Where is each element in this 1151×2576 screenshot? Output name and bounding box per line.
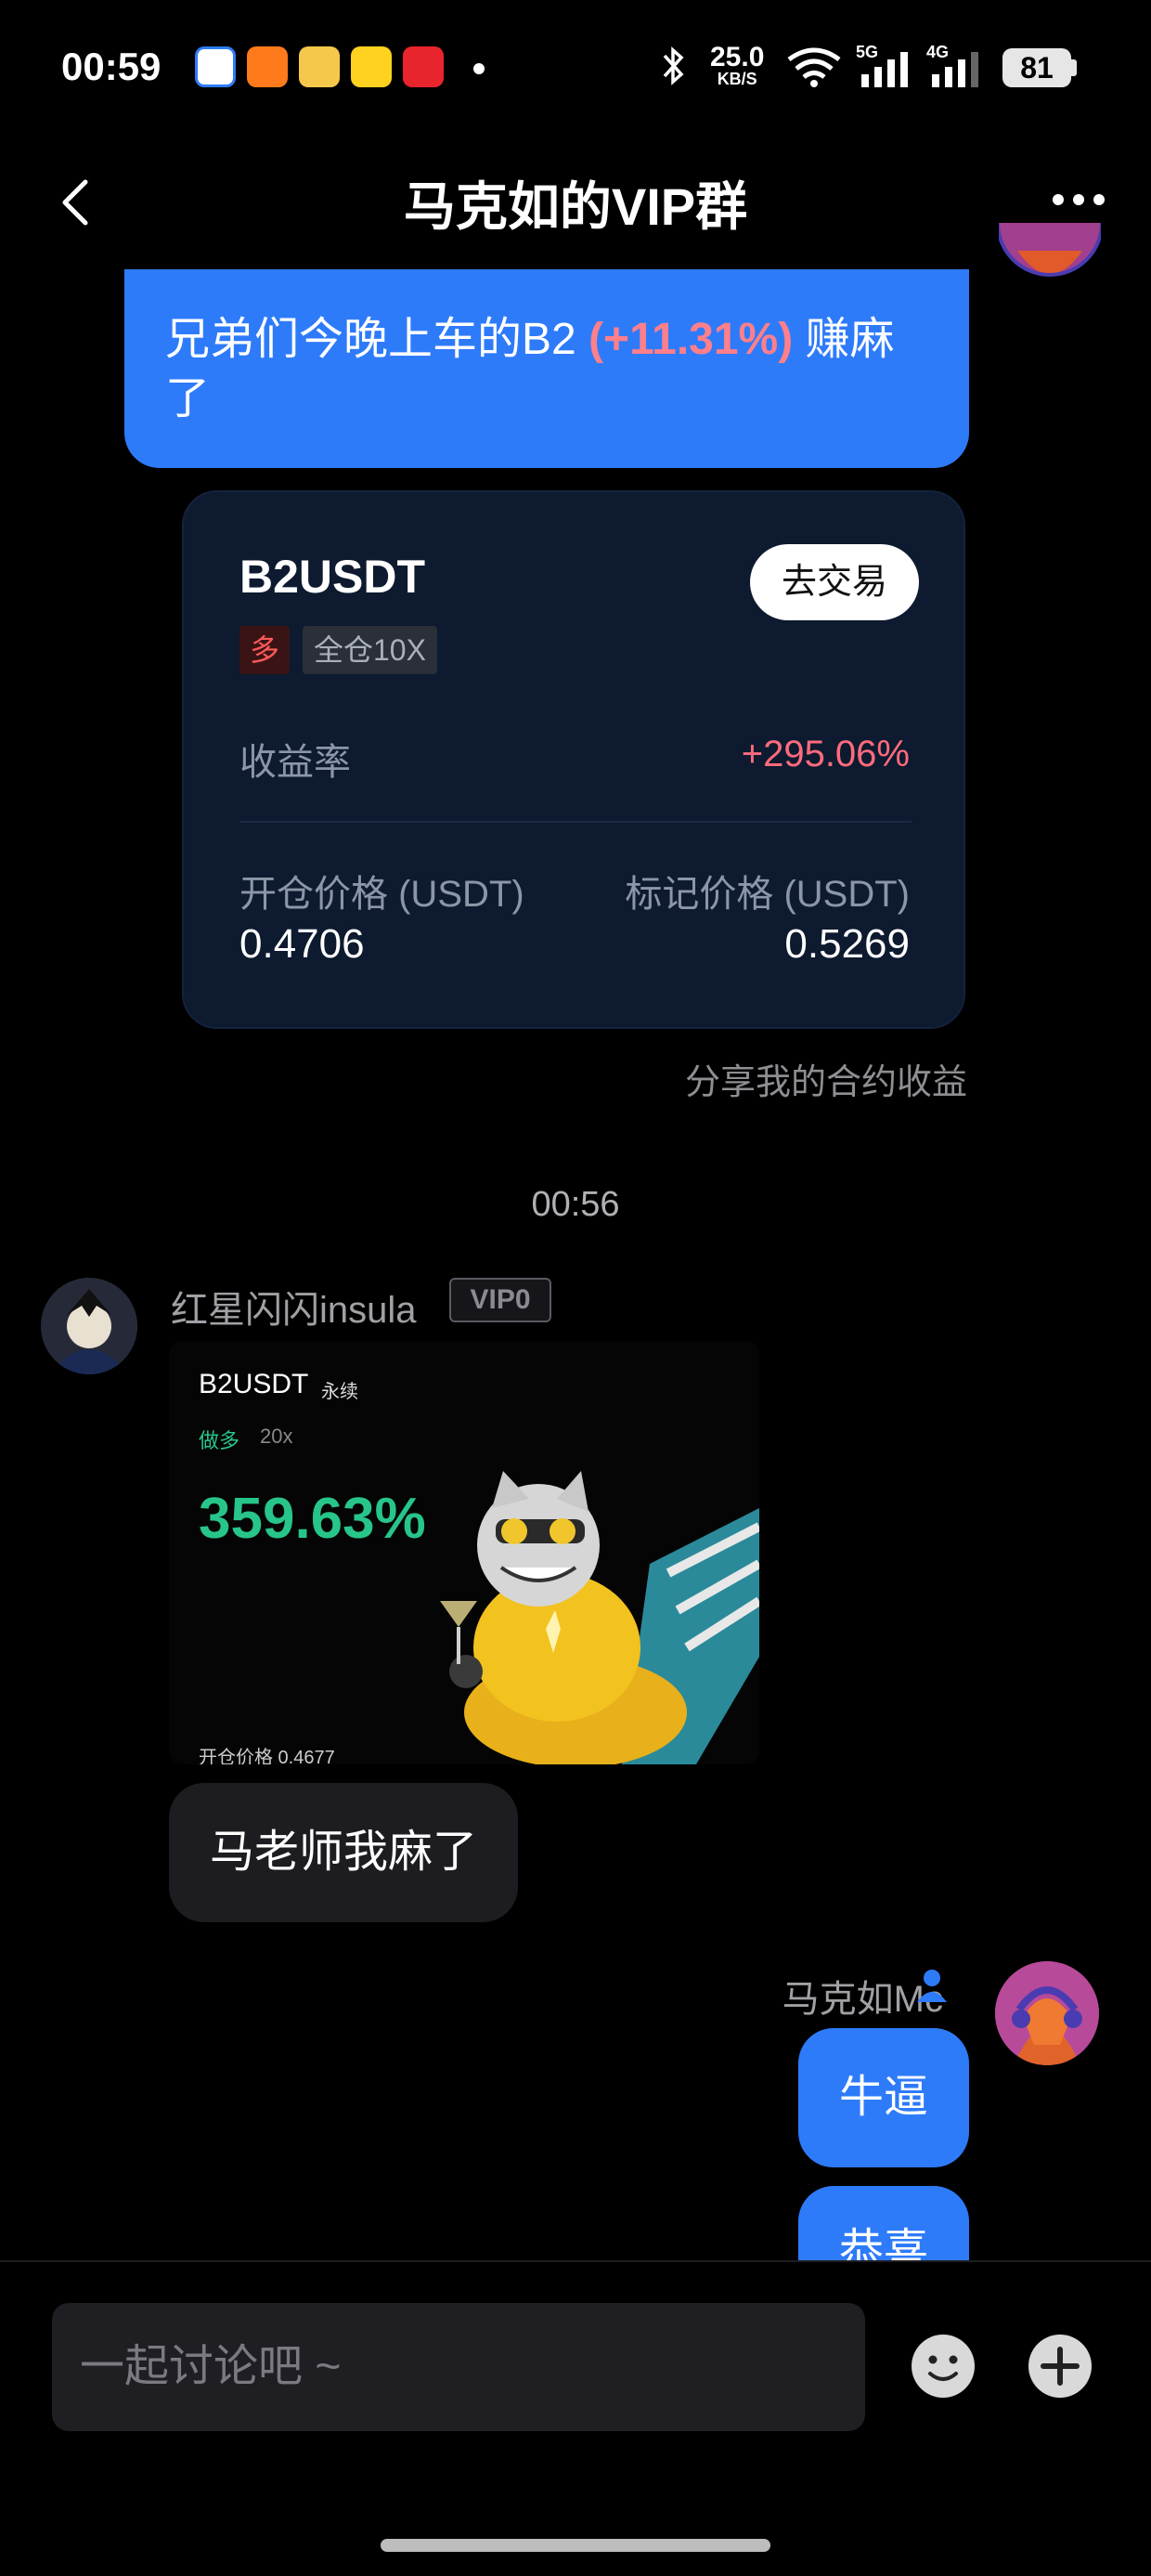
- app-icon-seven: [351, 46, 392, 87]
- image-open-price: 开仓价格 0.4677: [199, 1748, 335, 1764]
- app-icon-red: [403, 46, 444, 87]
- weibo-icon: [299, 46, 340, 87]
- sender-name: 红星闪闪insula: [171, 1290, 417, 1331]
- battery-tip: [1071, 59, 1077, 76]
- network-speed-unit: KB/S: [717, 70, 757, 88]
- roi-label: 收益率: [239, 742, 351, 783]
- leverage-tag: 全仓10X: [303, 626, 437, 674]
- network-speed: 25.0 KB/S: [710, 42, 765, 88]
- notification-app-icons: [195, 46, 444, 87]
- message-bubble-incoming[interactable]: 马老师我麻了: [169, 1783, 519, 1922]
- image-perpetual-label: 永续: [321, 1382, 358, 1402]
- more-options-icon[interactable]: [1051, 190, 1106, 209]
- app-icon-blue: [195, 46, 236, 87]
- vip-badge: VIP0: [449, 1278, 551, 1322]
- avatar-self[interactable]: [995, 1961, 1099, 2065]
- message-timestamp: 00:56: [531, 1185, 620, 1224]
- long-tag: 多: [239, 626, 290, 674]
- message-text: 兄弟们今晚上车的B2: [165, 315, 589, 364]
- app-icon-orange: [247, 46, 288, 87]
- share-caption: 分享我的合约收益: [684, 1063, 967, 1102]
- open-price-value: 0.4706: [239, 921, 365, 967]
- avatar[interactable]: [41, 1278, 137, 1374]
- mark-price-value: 0.5269: [784, 921, 910, 967]
- message-text: 马老师我麻了: [210, 1828, 478, 1877]
- image-roi: 359.63%: [199, 1487, 426, 1551]
- message-input[interactable]: 一起讨论吧 ~: [52, 2303, 865, 2431]
- bluetooth-icon: [663, 46, 684, 85]
- home-indicator[interactable]: [381, 2539, 770, 2552]
- message-bubble-outgoing[interactable]: 兄弟们今晚上车的B2 (+11.31%) 赚麻了: [124, 269, 969, 468]
- chat-title: 马克如的VIP群: [403, 177, 748, 236]
- user-icon: [917, 1970, 947, 2002]
- roi-value: +295.06%: [741, 734, 910, 774]
- card-divider: [239, 821, 912, 823]
- signal-4g-icon: [932, 52, 978, 87]
- message-text: 牛逼: [838, 2073, 928, 2122]
- message-bubble-outgoing-partial[interactable]: 恭喜: [798, 2186, 969, 2260]
- image-leverage: 20x: [260, 1425, 293, 1448]
- shared-pnl-image[interactable]: B2USDT 永续 做多 20x 359.63% 开仓价格 0.4677: [169, 1341, 759, 1764]
- trading-pair: B2USDT: [239, 551, 426, 603]
- mark-price-label: 标记价格 (USDT): [625, 874, 910, 915]
- plus-icon[interactable]: [1027, 2333, 1093, 2400]
- wifi-icon: [787, 47, 841, 87]
- trade-share-card[interactable]: B2USDT 去交易 多 全仓10X 收益率 +295.06% 开仓价格 (US…: [182, 490, 965, 1029]
- battery-level: 81: [1002, 48, 1071, 87]
- sender-avatar-partial[interactable]: [999, 223, 1101, 299]
- open-price-label: 开仓价格 (USDT): [239, 874, 524, 915]
- profit-percent: (+11.31%): [588, 315, 794, 364]
- go-trade-button[interactable]: 去交易: [750, 544, 919, 620]
- message-bubble-outgoing[interactable]: 牛逼: [798, 2028, 969, 2167]
- signal-5g-icon: [861, 52, 908, 87]
- status-time: 00:59: [61, 45, 162, 88]
- emoji-icon[interactable]: [910, 2333, 976, 2400]
- image-pair: B2USDT: [199, 1369, 309, 1399]
- cat-mascot-illustration: [440, 1471, 759, 1764]
- message-text: 恭喜: [838, 2226, 928, 2260]
- image-side: 做多: [199, 1429, 240, 1452]
- notification-dot: [473, 63, 485, 74]
- network-speed-value: 25.0: [710, 42, 765, 72]
